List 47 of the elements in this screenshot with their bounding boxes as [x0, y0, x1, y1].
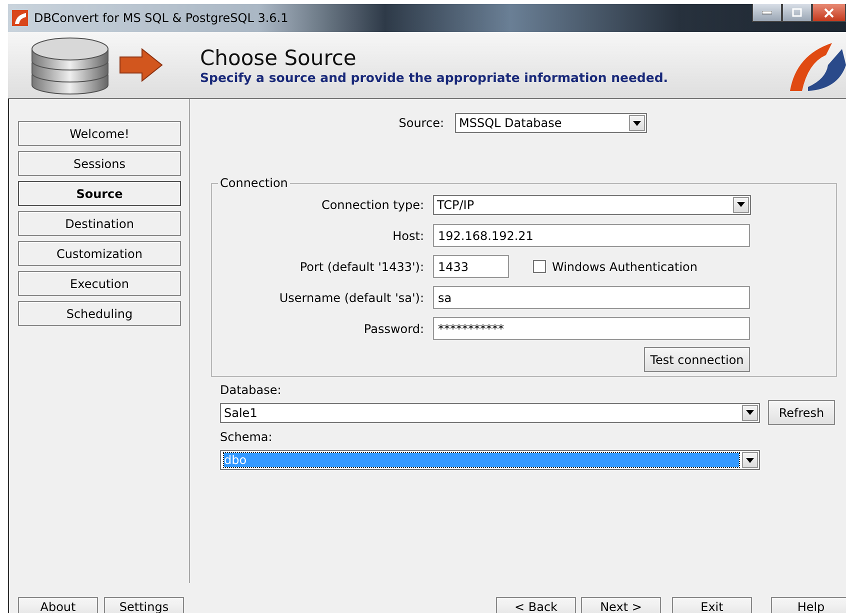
- database-dropdown[interactable]: Sale1: [220, 402, 760, 422]
- page-title: Choose Source: [200, 46, 358, 70]
- refresh-button[interactable]: Refresh: [768, 400, 835, 425]
- footer-button[interactable]: < Back: [496, 597, 576, 613]
- minimize-icon: [762, 10, 772, 14]
- window-title: DBConvert for MS SQL & PostgreSQL 3.6.1: [34, 11, 290, 25]
- username-field[interactable]: sa: [433, 286, 750, 309]
- field-label: Port (default '1433'):: [298, 260, 424, 274]
- field-label: Username (default 'sa'):: [278, 290, 424, 304]
- field-label: Host:: [392, 228, 424, 242]
- step-button[interactable]: Sessions: [18, 151, 181, 176]
- schema-label: Schema:: [220, 430, 274, 444]
- group-legend: Connection: [218, 176, 290, 190]
- database-icon: [30, 35, 110, 95]
- dropdown-arrow-icon: [746, 458, 754, 462]
- close-button[interactable]: [812, 4, 846, 22]
- app-icon: [12, 10, 28, 26]
- database-label: Database:: [220, 383, 282, 397]
- step-button[interactable]: Welcome!: [18, 121, 181, 146]
- arrow-icon: [118, 47, 164, 83]
- source-dropdown[interactable]: MSSQL Database: [455, 113, 647, 133]
- checkbox-label: Windows Authentication: [552, 260, 698, 274]
- page-subtitle: Specify a source and provide the appropriate information needed.: [200, 70, 670, 84]
- field-label: Password:: [362, 322, 424, 336]
- step-button[interactable]: Execution: [18, 271, 181, 296]
- dropdown-arrow-icon: [737, 202, 745, 207]
- step-button[interactable]: Scheduling: [18, 301, 181, 326]
- connection-type-dropdown[interactable]: TCP/IP: [433, 194, 751, 214]
- password-field[interactable]: ***********: [433, 317, 750, 340]
- port-field[interactable]: 1433: [433, 255, 509, 278]
- footer-button[interactable]: Exit: [672, 597, 752, 613]
- step-button[interactable]: Customization: [18, 241, 181, 266]
- step-button[interactable]: Destination: [18, 211, 181, 236]
- dropdown-arrow-icon: [633, 120, 641, 126]
- close-icon: [824, 8, 834, 18]
- test-connection-button[interactable]: Test connection: [644, 347, 750, 372]
- dropdown-arrow-icon: [746, 410, 754, 415]
- footer-button[interactable]: Next >: [581, 597, 661, 613]
- source-label: Source:: [398, 116, 444, 130]
- footer-button[interactable]: About: [18, 597, 98, 613]
- field-label: Connection type:: [320, 198, 424, 212]
- host-field[interactable]: 192.168.192.21: [433, 224, 750, 247]
- minimize-button[interactable]: [752, 4, 782, 22]
- checkbox[interactable]: [533, 260, 546, 273]
- maximize-icon: [792, 8, 802, 17]
- maximize-button[interactable]: [782, 4, 812, 22]
- step-button[interactable]: Source: [18, 181, 181, 206]
